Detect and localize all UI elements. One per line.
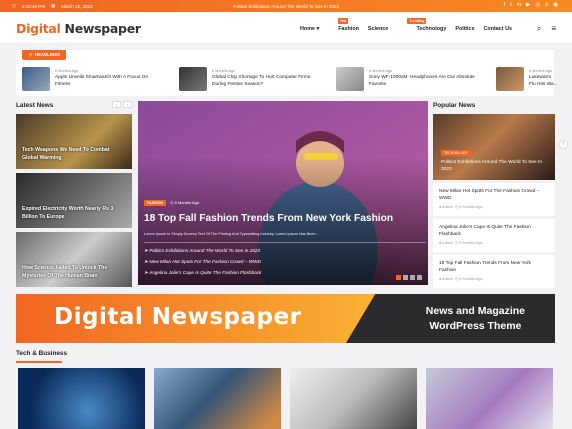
site-header: Digital Newspaper Home ▾ HotFashion Scie… [0, 12, 572, 44]
related-link[interactable]: ➤ Politics Exhibitions Around The World … [144, 248, 261, 259]
scroll-next-icon[interactable]: › [559, 140, 568, 149]
popular-item[interactable]: 18 Top Fall Fashion Trends From New York… [433, 255, 555, 288]
author-icon: ● [439, 205, 442, 209]
divider [144, 242, 426, 243]
tech-card[interactable] [426, 368, 553, 429]
nav-contact[interactable]: Contact Us [484, 26, 512, 32]
nav-home[interactable]: Home ▾ [300, 26, 319, 32]
headline-thumb [496, 67, 524, 91]
nav-fashion[interactable]: HotFashion [328, 18, 359, 32]
related-links: ➤ Politics Exhibitions Around The World … [144, 248, 261, 281]
next-arrow[interactable]: › [123, 101, 132, 108]
hero-excerpt: Lorem Ipsum Is Simply Dummy Text Of The … [144, 232, 319, 236]
tech-card[interactable] [18, 368, 145, 429]
headline-item[interactable]: 6 Months Ago Sony WF-1000xM: Headphones A… [336, 67, 477, 91]
rss-icon[interactable]: ◉ [553, 2, 558, 8]
prev-arrow[interactable]: ‹ [112, 101, 121, 108]
slider-dot[interactable] [396, 275, 401, 280]
headline-item[interactable]: 6 Months Ago Global Chip Shortage To Hurt… [179, 67, 320, 91]
slider-dot[interactable] [417, 275, 422, 280]
hot-badge: Hot [338, 18, 349, 24]
top-bar: ◷ 8:19:46 PM ▦ March 12, 2023 Politics E… [0, 0, 572, 12]
section-underline [16, 361, 62, 363]
tech-card[interactable] [290, 368, 417, 429]
category-badge[interactable]: FASHION [144, 200, 166, 206]
headline-item[interactable]: 6 Months Ago Apple Unveils Smartwatch Wit… [22, 67, 163, 91]
menu-icon[interactable]: ≡ [551, 24, 556, 34]
tech-business-title: Tech & Business [16, 350, 68, 357]
headline-thumb [22, 67, 50, 91]
hero-title[interactable]: 18 Top Fall Fashion Trends From New York… [144, 213, 393, 224]
featured-slider[interactable]: FASHION ◷ 6 Months Ago 18 Top Fall Fashi… [138, 101, 428, 285]
linkedin-icon[interactable]: in [517, 2, 521, 8]
headline-thumb [179, 67, 207, 91]
search-icon[interactable]: ⌕ [537, 24, 541, 34]
facebook-icon[interactable]: f [504, 2, 506, 8]
popular-news-title: Popular News [433, 102, 476, 109]
nav-technology[interactable]: TrendingTechnology [397, 18, 446, 32]
popular-item[interactable]: New Milan Hot Spots For The Fashion Crow… [433, 183, 555, 216]
latest-news-card[interactable]: Expired Electricity Worth Nearly Rs 3 Bi… [16, 173, 132, 228]
related-link[interactable]: ➤ New Milan Hot Spots For The Fashion Cr… [144, 259, 261, 270]
social-links: f t in ▶ ◎ p ◉ [504, 2, 558, 8]
latest-news-title: Latest News [16, 102, 54, 109]
nav-politics[interactable]: Politics [455, 26, 474, 32]
pinterest-icon[interactable]: p [545, 2, 548, 8]
post-time: ◷ 6 Months Ago [170, 200, 200, 205]
banner-logo: Digital Newspaper [54, 304, 302, 330]
ad-banner[interactable]: Digital Newspaper News and Magazine Word… [16, 294, 555, 343]
headlines-label: ⚡ HEADLINES [22, 50, 67, 60]
headlines-strip: ⚡ HEADLINES 6 Months Ago Apple Unveils Sm… [16, 50, 558, 96]
nav-science[interactable]: Science [368, 26, 388, 32]
headline-item[interactable]: 6 Months Ago Lukewarm Flu Hits Wa... [496, 67, 559, 91]
slider-dot[interactable] [410, 275, 415, 280]
banner-tagline: News and Magazine WordPress Theme [425, 305, 525, 332]
slider-dot[interactable] [403, 275, 408, 280]
slider-dots [396, 275, 422, 280]
author-icon: ● [439, 277, 442, 281]
tech-card[interactable] [154, 368, 281, 429]
related-link[interactable]: ➤ Angelina Jolie's Cape Is Quite The Fas… [144, 270, 261, 281]
latest-news-card[interactable]: How Science Failed To Unlock The Mysteri… [16, 232, 132, 287]
instagram-icon[interactable]: ◎ [535, 2, 540, 8]
headline-thumb [336, 67, 364, 91]
twitter-icon[interactable]: t [510, 2, 512, 8]
ticker-text[interactable]: Politics Exhibitions Around The World To… [0, 4, 572, 9]
author-icon: ● [439, 241, 442, 245]
popular-item[interactable]: Angelina Jolie's Cape Is Quite The Fashi… [433, 219, 555, 252]
youtube-icon[interactable]: ▶ [526, 2, 530, 8]
latest-news-card[interactable]: Tech Weapons We Need To Combat Global Wa… [16, 114, 132, 169]
popular-feature-card[interactable]: TECHNOLOGY Politics Exhibitions Around T… [433, 114, 555, 180]
category-badge[interactable]: TECHNOLOGY [441, 150, 471, 156]
trending-badge: Trending [407, 18, 427, 24]
main-nav: Home ▾ HotFashion Science TrendingTechno… [300, 18, 512, 32]
site-logo[interactable]: Digital Newspaper [16, 21, 141, 36]
